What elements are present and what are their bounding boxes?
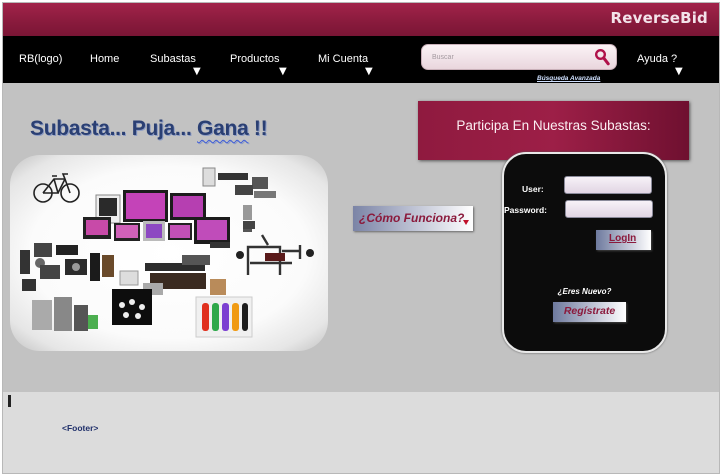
nav-productos[interactable]: Productos bbox=[230, 53, 280, 65]
login-button[interactable]: LogIn bbox=[596, 230, 651, 250]
nav-subastas[interactable]: Subastas bbox=[150, 53, 196, 65]
password-label: Password: bbox=[504, 205, 547, 215]
como-funciona-button[interactable]: ¿Cómo Funciona? bbox=[353, 206, 473, 231]
page-frame: ReverseBid RB(logo) Home Subastas ▼ Prod… bbox=[2, 2, 720, 474]
productos-chevron-down-icon[interactable]: ▼ bbox=[279, 67, 287, 77]
search-input[interactable] bbox=[432, 50, 592, 65]
search-icon[interactable] bbox=[594, 48, 610, 66]
slogan-part2: Gana bbox=[197, 117, 249, 140]
register-button-label: Regístrate bbox=[563, 305, 616, 317]
products-collage-image bbox=[10, 155, 328, 351]
register-button[interactable]: Regístrate bbox=[553, 302, 626, 322]
user-field[interactable] bbox=[564, 176, 652, 194]
chevron-down-icon bbox=[463, 220, 469, 225]
password-field[interactable] bbox=[565, 200, 653, 218]
bicycle-icon bbox=[33, 173, 80, 203]
slogan-part3: !! bbox=[248, 117, 268, 140]
text-cursor bbox=[8, 395, 11, 407]
slogan-heading: Subasta... Puja... Gana !! bbox=[30, 117, 268, 141]
slogan-part1: Subasta... Puja... bbox=[30, 117, 198, 140]
search-box bbox=[421, 44, 617, 70]
nav-logo[interactable]: RB(logo) bbox=[19, 53, 62, 65]
login-panel: User: Password: LogIn ¿Eres Nuevo? Regís… bbox=[502, 152, 667, 353]
brand-bar: ReverseBid bbox=[3, 3, 719, 36]
ayuda-chevron-down-icon[interactable]: ▼ bbox=[675, 67, 683, 77]
mi-cuenta-chevron-down-icon[interactable]: ▼ bbox=[365, 67, 373, 77]
participa-text: Participa En Nuestras Subastas: bbox=[456, 118, 651, 133]
login-button-label: LogIn bbox=[609, 233, 637, 244]
como-funciona-label: ¿Cómo Funciona? bbox=[359, 211, 465, 225]
footer-label: <Footer> bbox=[62, 423, 99, 433]
advanced-search-link[interactable]: Búsqueda Avanzada bbox=[537, 75, 600, 82]
subastas-chevron-down-icon[interactable]: ▼ bbox=[193, 67, 201, 77]
eres-nuevo-text: ¿Eres Nuevo? bbox=[557, 287, 612, 296]
nav-ayuda[interactable]: Ayuda ? bbox=[637, 53, 677, 65]
brand-name: ReverseBid bbox=[610, 9, 708, 27]
nav-home[interactable]: Home bbox=[90, 53, 119, 65]
nav-mi-cuenta[interactable]: Mi Cuenta bbox=[318, 53, 368, 65]
nav-bar: RB(logo) Home Subastas ▼ Productos ▼ Mi … bbox=[3, 36, 719, 83]
gym-machine-icon bbox=[236, 234, 314, 275]
user-label: User: bbox=[522, 184, 544, 194]
footer: <Footer> bbox=[3, 392, 719, 473]
